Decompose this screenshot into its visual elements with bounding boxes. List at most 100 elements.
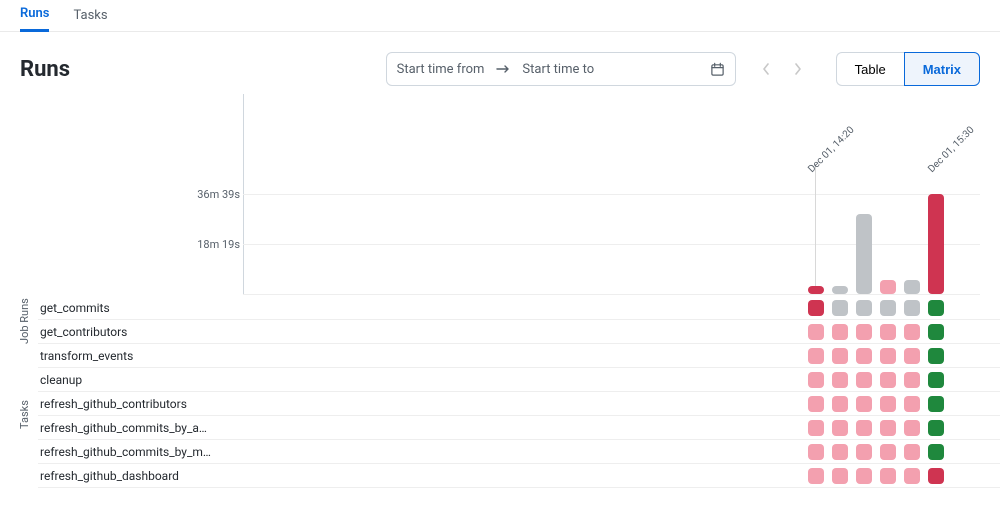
next-button[interactable]	[788, 52, 816, 86]
arrow-right-icon	[496, 64, 510, 74]
task-cell[interactable]	[832, 396, 848, 412]
ytick-1: 18m 19s	[180, 238, 240, 251]
task-name[interactable]: refresh_github_contributors	[38, 397, 238, 411]
task-cell[interactable]	[904, 468, 920, 484]
task-cell[interactable]	[832, 324, 848, 340]
task-cell[interactable]	[832, 444, 848, 460]
task-cell[interactable]	[856, 372, 872, 388]
task-row: transform_events	[38, 344, 1000, 368]
date-range-picker[interactable]: Start time from Start time to	[386, 52, 736, 86]
task-cells	[238, 420, 1000, 436]
task-cell[interactable]	[808, 468, 824, 484]
task-name[interactable]: transform_events	[38, 349, 238, 363]
axis-label-jobruns: Job Runs	[18, 298, 31, 344]
task-cell[interactable]	[904, 324, 920, 340]
task-cell[interactable]	[880, 348, 896, 364]
calendar-icon[interactable]	[710, 62, 725, 77]
task-cell[interactable]	[832, 300, 848, 316]
task-name[interactable]: refresh_github_commits_by_a…	[38, 421, 238, 435]
task-cells	[238, 396, 1000, 412]
task-cells	[238, 372, 1000, 388]
page-title: Runs	[20, 57, 70, 82]
task-cell[interactable]	[856, 468, 872, 484]
job-run-bar-3[interactable]	[880, 280, 896, 294]
task-row: refresh_github_commits_by_m…	[38, 440, 1000, 464]
task-row: refresh_github_contributors	[38, 392, 1000, 416]
task-cell[interactable]	[856, 324, 872, 340]
task-cell[interactable]	[856, 348, 872, 364]
task-row: get_commits	[38, 296, 1000, 320]
view-matrix-button[interactable]: Matrix	[904, 52, 980, 86]
task-cell[interactable]	[880, 372, 896, 388]
task-cell[interactable]	[808, 348, 824, 364]
date-to-input[interactable]: Start time to	[522, 62, 594, 77]
ytick-0: 36m 39s	[180, 188, 240, 201]
task-cell[interactable]	[832, 420, 848, 436]
tab-runs[interactable]: Runs	[20, 6, 49, 32]
task-cell[interactable]	[904, 348, 920, 364]
task-name[interactable]: get_commits	[38, 301, 238, 315]
task-cells	[238, 300, 1000, 316]
task-row: refresh_github_dashboard	[38, 464, 1000, 488]
date-from-input[interactable]: Start time from	[397, 62, 485, 77]
task-cell[interactable]	[880, 444, 896, 460]
task-cell[interactable]	[928, 444, 944, 460]
task-cell[interactable]	[808, 324, 824, 340]
task-cell[interactable]	[808, 372, 824, 388]
task-cell[interactable]	[856, 396, 872, 412]
task-cells	[238, 468, 1000, 484]
task-cell[interactable]	[880, 468, 896, 484]
task-cell[interactable]	[808, 396, 824, 412]
task-cell[interactable]	[856, 444, 872, 460]
task-matrix: get_commits get_contributors transform_eve…	[38, 296, 1000, 488]
task-cells	[238, 348, 1000, 364]
task-row: cleanup	[38, 368, 1000, 392]
gridline-baseline	[243, 294, 980, 295]
task-cell[interactable]	[856, 300, 872, 316]
axis-label-tasks: Tasks	[18, 400, 31, 429]
job-run-bar-4[interactable]	[904, 280, 920, 294]
task-name[interactable]: refresh_github_commits_by_m…	[38, 445, 238, 459]
tab-tasks[interactable]: Tasks	[73, 8, 107, 31]
task-cell[interactable]	[880, 300, 896, 316]
task-cell[interactable]	[904, 420, 920, 436]
view-toggle: Table Matrix	[836, 52, 980, 86]
job-run-bar-1[interactable]	[832, 286, 848, 294]
job-run-bars	[808, 194, 944, 294]
task-cell[interactable]	[928, 348, 944, 364]
job-run-bar-5[interactable]	[928, 194, 944, 294]
task-cell[interactable]	[928, 372, 944, 388]
job-runs-chart: 36m 39s 18m 19s Dec 01, 14:20 Dec 01, 15…	[38, 94, 1000, 294]
task-cell[interactable]	[880, 420, 896, 436]
task-cell[interactable]	[856, 420, 872, 436]
task-name[interactable]: refresh_github_dashboard	[38, 469, 238, 483]
task-name[interactable]: get_contributors	[38, 325, 238, 339]
task-cell[interactable]	[880, 396, 896, 412]
task-cell[interactable]	[904, 300, 920, 316]
task-cell[interactable]	[808, 300, 824, 316]
top-tabs: Runs Tasks	[0, 0, 1000, 32]
task-cell[interactable]	[928, 396, 944, 412]
task-cell[interactable]	[832, 468, 848, 484]
task-cell[interactable]	[904, 396, 920, 412]
task-cell[interactable]	[928, 324, 944, 340]
job-run-bar-0[interactable]	[808, 286, 824, 294]
task-cell[interactable]	[808, 444, 824, 460]
task-cell[interactable]	[928, 420, 944, 436]
prev-button[interactable]	[756, 52, 784, 86]
task-name[interactable]: cleanup	[38, 373, 238, 387]
task-cell[interactable]	[904, 372, 920, 388]
task-cell[interactable]	[880, 324, 896, 340]
main-content: Job Runs Tasks 36m 39s 18m 19s Dec 01, 1…	[0, 94, 1000, 488]
view-table-button[interactable]: Table	[836, 52, 904, 86]
task-cell[interactable]	[928, 468, 944, 484]
task-cell[interactable]	[904, 444, 920, 460]
task-row: get_contributors	[38, 320, 1000, 344]
task-cell[interactable]	[808, 420, 824, 436]
task-cell[interactable]	[832, 372, 848, 388]
task-cells	[238, 444, 1000, 460]
task-cell[interactable]	[832, 348, 848, 364]
time-tick-first: Dec 01, 14:20	[806, 125, 856, 175]
task-cell[interactable]	[928, 300, 944, 316]
job-run-bar-2[interactable]	[856, 214, 872, 294]
